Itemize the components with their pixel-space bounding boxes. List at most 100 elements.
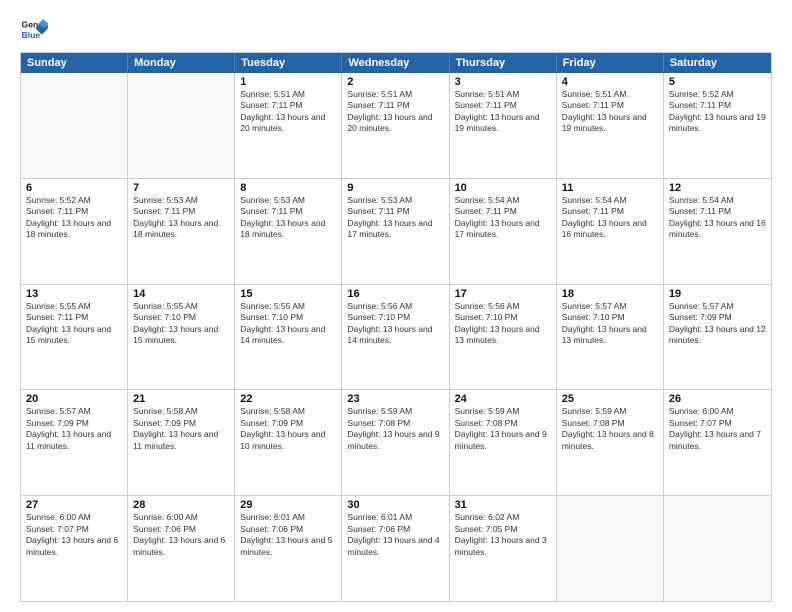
day-cell-22: 22Sunrise: 5:58 AM Sunset: 7:09 PM Dayli… [235,390,342,495]
day-cell-16: 16Sunrise: 5:56 AM Sunset: 7:10 PM Dayli… [342,285,449,390]
day-number: 28 [133,499,229,511]
logo-icon: General Blue [20,16,48,44]
day-cell-10: 10Sunrise: 5:54 AM Sunset: 7:11 PM Dayli… [450,179,557,284]
day-number: 15 [240,288,336,300]
empty-cell [21,73,128,178]
day-cell-12: 12Sunrise: 5:54 AM Sunset: 7:11 PM Dayli… [664,179,771,284]
day-number: 3 [455,76,551,88]
cell-info: Sunrise: 5:51 AM Sunset: 7:11 PM Dayligh… [455,89,551,135]
day-cell-24: 24Sunrise: 5:59 AM Sunset: 7:08 PM Dayli… [450,390,557,495]
day-number: 30 [347,499,443,511]
day-cell-29: 29Sunrise: 6:01 AM Sunset: 7:06 PM Dayli… [235,496,342,601]
calendar: SundayMondayTuesdayWednesdayThursdayFrid… [20,52,772,602]
day-cell-13: 13Sunrise: 5:55 AM Sunset: 7:11 PM Dayli… [21,285,128,390]
cell-info: Sunrise: 5:53 AM Sunset: 7:11 PM Dayligh… [133,195,229,241]
week-row-2: 13Sunrise: 5:55 AM Sunset: 7:11 PM Dayli… [21,285,771,391]
day-number: 7 [133,182,229,194]
day-cell-20: 20Sunrise: 5:57 AM Sunset: 7:09 PM Dayli… [21,390,128,495]
header-day-tuesday: Tuesday [235,53,342,73]
cell-info: Sunrise: 5:53 AM Sunset: 7:11 PM Dayligh… [347,195,443,241]
header-day-friday: Friday [557,53,664,73]
header-day-sunday: Sunday [21,53,128,73]
day-number: 16 [347,288,443,300]
cell-info: Sunrise: 5:57 AM Sunset: 7:09 PM Dayligh… [669,301,766,347]
day-cell-23: 23Sunrise: 5:59 AM Sunset: 7:08 PM Dayli… [342,390,449,495]
calendar-header: SundayMondayTuesdayWednesdayThursdayFrid… [21,53,771,73]
empty-cell [664,496,771,601]
day-number: 11 [562,182,658,194]
cell-info: Sunrise: 6:00 AM Sunset: 7:07 PM Dayligh… [669,406,766,452]
week-row-3: 20Sunrise: 5:57 AM Sunset: 7:09 PM Dayli… [21,390,771,496]
calendar-body: 1Sunrise: 5:51 AM Sunset: 7:11 PM Daylig… [21,73,771,601]
cell-info: Sunrise: 5:55 AM Sunset: 7:11 PM Dayligh… [26,301,122,347]
day-cell-18: 18Sunrise: 5:57 AM Sunset: 7:10 PM Dayli… [557,285,664,390]
day-cell-9: 9Sunrise: 5:53 AM Sunset: 7:11 PM Daylig… [342,179,449,284]
cell-info: Sunrise: 5:51 AM Sunset: 7:11 PM Dayligh… [562,89,658,135]
page: General Blue SundayMondayTuesdayWednesda… [0,0,792,612]
cell-info: Sunrise: 5:57 AM Sunset: 7:10 PM Dayligh… [562,301,658,347]
day-number: 2 [347,76,443,88]
cell-info: Sunrise: 6:00 AM Sunset: 7:06 PM Dayligh… [133,512,229,558]
day-cell-5: 5Sunrise: 5:52 AM Sunset: 7:11 PM Daylig… [664,73,771,178]
cell-info: Sunrise: 5:51 AM Sunset: 7:11 PM Dayligh… [240,89,336,135]
cell-info: Sunrise: 5:54 AM Sunset: 7:11 PM Dayligh… [562,195,658,241]
cell-info: Sunrise: 6:00 AM Sunset: 7:07 PM Dayligh… [26,512,122,558]
cell-info: Sunrise: 5:58 AM Sunset: 7:09 PM Dayligh… [133,406,229,452]
day-number: 6 [26,182,122,194]
logo: General Blue [20,16,48,44]
day-number: 8 [240,182,336,194]
day-number: 5 [669,76,766,88]
day-cell-8: 8Sunrise: 5:53 AM Sunset: 7:11 PM Daylig… [235,179,342,284]
cell-info: Sunrise: 5:51 AM Sunset: 7:11 PM Dayligh… [347,89,443,135]
day-number: 19 [669,288,766,300]
day-number: 25 [562,393,658,405]
day-cell-2: 2Sunrise: 5:51 AM Sunset: 7:11 PM Daylig… [342,73,449,178]
svg-text:Blue: Blue [22,30,41,40]
day-number: 9 [347,182,443,194]
day-cell-15: 15Sunrise: 5:55 AM Sunset: 7:10 PM Dayli… [235,285,342,390]
header-day-monday: Monday [128,53,235,73]
day-cell-17: 17Sunrise: 5:56 AM Sunset: 7:10 PM Dayli… [450,285,557,390]
header-day-wednesday: Wednesday [342,53,449,73]
cell-info: Sunrise: 5:52 AM Sunset: 7:11 PM Dayligh… [669,89,766,135]
day-number: 10 [455,182,551,194]
day-cell-4: 4Sunrise: 5:51 AM Sunset: 7:11 PM Daylig… [557,73,664,178]
cell-info: Sunrise: 5:55 AM Sunset: 7:10 PM Dayligh… [133,301,229,347]
day-number: 14 [133,288,229,300]
week-row-0: 1Sunrise: 5:51 AM Sunset: 7:11 PM Daylig… [21,73,771,179]
day-cell-26: 26Sunrise: 6:00 AM Sunset: 7:07 PM Dayli… [664,390,771,495]
day-cell-27: 27Sunrise: 6:00 AM Sunset: 7:07 PM Dayli… [21,496,128,601]
header-day-thursday: Thursday [450,53,557,73]
empty-cell [128,73,235,178]
day-number: 12 [669,182,766,194]
day-cell-30: 30Sunrise: 6:01 AM Sunset: 7:06 PM Dayli… [342,496,449,601]
day-cell-25: 25Sunrise: 5:59 AM Sunset: 7:08 PM Dayli… [557,390,664,495]
day-number: 4 [562,76,658,88]
day-number: 18 [562,288,658,300]
cell-info: Sunrise: 5:54 AM Sunset: 7:11 PM Dayligh… [669,195,766,241]
day-number: 20 [26,393,122,405]
cell-info: Sunrise: 5:54 AM Sunset: 7:11 PM Dayligh… [455,195,551,241]
header-day-saturday: Saturday [664,53,771,73]
day-number: 13 [26,288,122,300]
day-number: 1 [240,76,336,88]
cell-info: Sunrise: 5:58 AM Sunset: 7:09 PM Dayligh… [240,406,336,452]
day-number: 17 [455,288,551,300]
empty-cell [557,496,664,601]
cell-info: Sunrise: 6:01 AM Sunset: 7:06 PM Dayligh… [347,512,443,558]
header: General Blue [20,16,772,44]
cell-info: Sunrise: 5:59 AM Sunset: 7:08 PM Dayligh… [455,406,551,452]
cell-info: Sunrise: 5:59 AM Sunset: 7:08 PM Dayligh… [562,406,658,452]
day-cell-6: 6Sunrise: 5:52 AM Sunset: 7:11 PM Daylig… [21,179,128,284]
day-number: 21 [133,393,229,405]
day-number: 24 [455,393,551,405]
day-cell-3: 3Sunrise: 5:51 AM Sunset: 7:11 PM Daylig… [450,73,557,178]
day-cell-31: 31Sunrise: 6:02 AM Sunset: 7:05 PM Dayli… [450,496,557,601]
day-cell-21: 21Sunrise: 5:58 AM Sunset: 7:09 PM Dayli… [128,390,235,495]
cell-info: Sunrise: 6:02 AM Sunset: 7:05 PM Dayligh… [455,512,551,558]
cell-info: Sunrise: 5:59 AM Sunset: 7:08 PM Dayligh… [347,406,443,452]
day-cell-11: 11Sunrise: 5:54 AM Sunset: 7:11 PM Dayli… [557,179,664,284]
day-cell-19: 19Sunrise: 5:57 AM Sunset: 7:09 PM Dayli… [664,285,771,390]
day-number: 23 [347,393,443,405]
day-number: 31 [455,499,551,511]
